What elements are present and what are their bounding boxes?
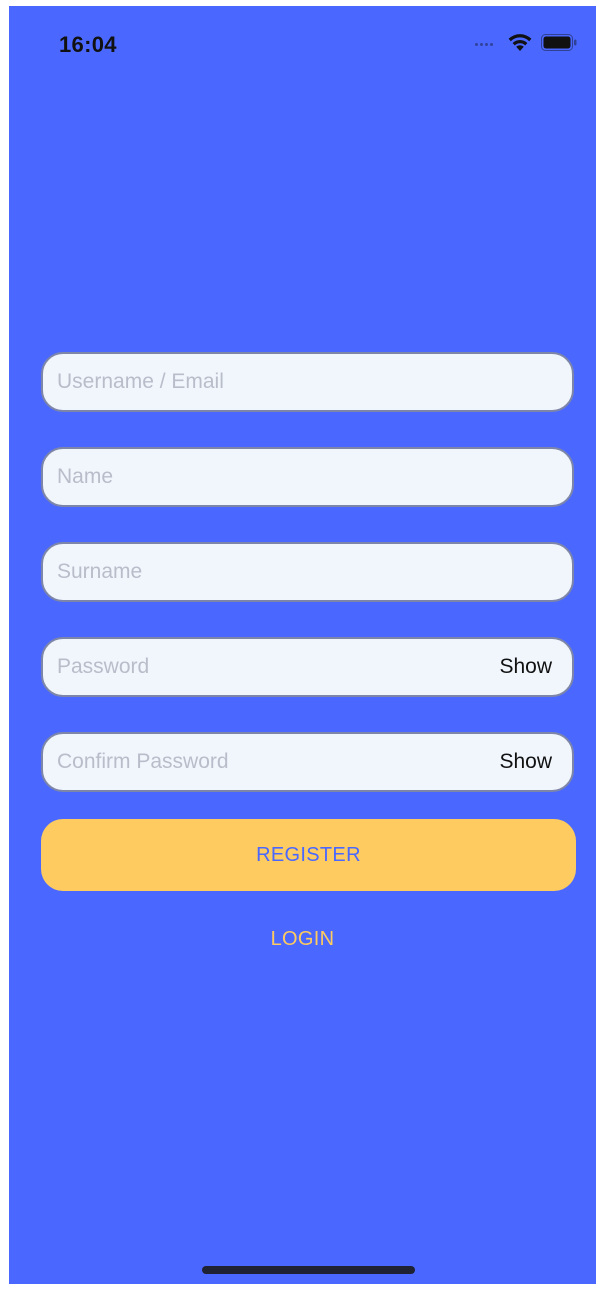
confirm-password-field: Show — [41, 732, 574, 792]
confirm-password-input[interactable] — [57, 734, 472, 790]
login-link[interactable]: LOGIN — [9, 928, 596, 951]
password-field: Show — [41, 637, 574, 697]
show-password-toggle[interactable]: Show — [499, 639, 552, 695]
home-indicator[interactable] — [202, 1266, 415, 1274]
surname-input[interactable] — [57, 544, 558, 600]
name-field — [41, 447, 574, 507]
name-input[interactable] — [57, 449, 558, 505]
status-bar: 16:04 — [9, 6, 596, 66]
username-email-field — [41, 352, 574, 412]
surname-field — [41, 542, 574, 602]
password-input[interactable] — [57, 639, 472, 695]
battery-icon — [541, 34, 577, 51]
register-screen: 16:04 Show Show REGISTER LOGIN — [9, 6, 596, 1284]
show-confirm-password-toggle[interactable]: Show — [499, 734, 552, 790]
username-email-input[interactable] — [57, 354, 558, 410]
cellular-dots-icon — [475, 43, 499, 47]
status-time: 16:04 — [59, 32, 117, 57]
wifi-icon — [508, 34, 532, 51]
register-button[interactable]: REGISTER — [41, 819, 576, 891]
